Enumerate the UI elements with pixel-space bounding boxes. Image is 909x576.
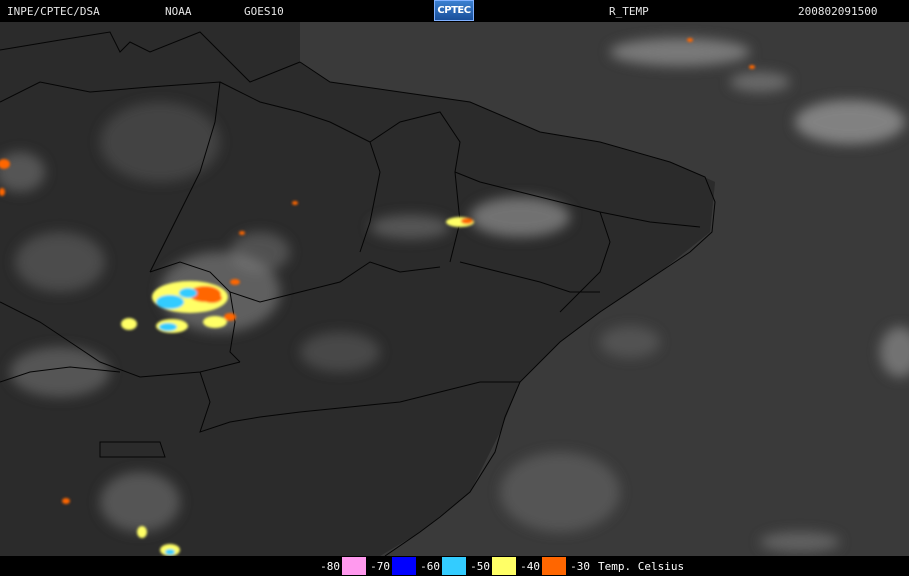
legend-label-5: -40 xyxy=(520,559,540,573)
satellite-image xyxy=(0,22,909,556)
legend-label-4: -50 xyxy=(470,559,490,573)
legend-label-3: -60 xyxy=(420,559,440,573)
satellite-label: GOES10 xyxy=(244,5,284,18)
cptec-logo: CPTEC xyxy=(434,0,474,21)
legend-bar: -80 -70 -60 -50 -40 -30 Temp. Celsius xyxy=(0,556,909,576)
product-label: R_TEMP xyxy=(609,5,649,18)
logo-text: CPTEC xyxy=(437,5,471,16)
legend-swatch-4 xyxy=(492,557,516,575)
temperature-legend: -80 -70 -60 -50 -40 -30 Temp. Celsius xyxy=(316,557,684,575)
agency-label: INPE/CPTEC/DSA xyxy=(7,5,100,18)
satellite-map-svg xyxy=(0,22,909,556)
legend-swatch-3 xyxy=(442,557,466,575)
legend-swatch-2 xyxy=(392,557,416,575)
operator-label: NOAA xyxy=(165,5,192,18)
legend-label-2: -70 xyxy=(370,559,390,573)
legend-label-6: -30 xyxy=(570,559,590,573)
legend-label-1: -80 xyxy=(320,559,340,573)
image-header: INPE/CPTEC/DSA NOAA GOES10 CPTEC R_TEMP … xyxy=(0,0,909,22)
legend-swatch-1 xyxy=(342,557,366,575)
timestamp-label: 200802091500 xyxy=(798,5,878,18)
legend-unit-label: Temp. Celsius xyxy=(598,559,685,573)
legend-swatch-5 xyxy=(542,557,566,575)
